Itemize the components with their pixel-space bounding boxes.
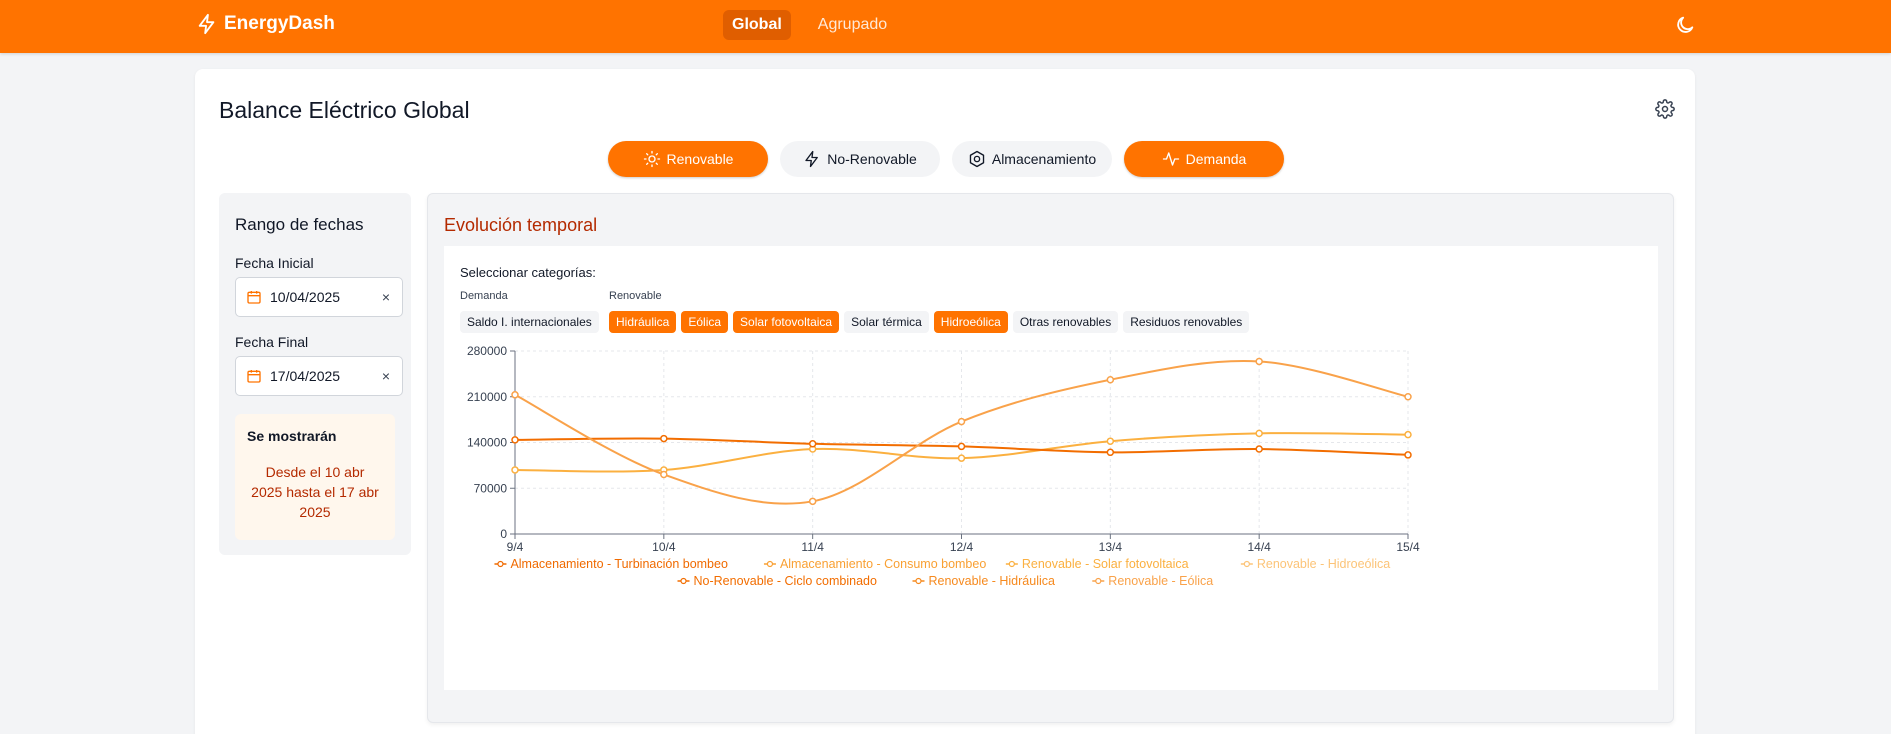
data-point	[1106, 448, 1115, 457]
start-date-value: 10/04/2025	[270, 289, 341, 305]
y-tick-label: 210000	[467, 390, 507, 404]
data-point	[957, 417, 966, 426]
chart-panel-title: Evolución temporal	[444, 215, 598, 235]
moon-icon[interactable]	[1674, 14, 1696, 36]
bolt-icon	[805, 150, 819, 168]
x-tick-label: 11/4	[801, 540, 824, 554]
legend-swatch-dot	[497, 560, 504, 568]
data-point	[808, 440, 817, 448]
nav-agrupado[interactable]: Agrupado	[809, 10, 896, 40]
category-buttons: Renovable No-Renovable Almacenamiento De…	[608, 141, 1284, 177]
chart-panel: Evolución temporal Seleccionar categoría…	[427, 193, 1674, 723]
legend-swatch-dot	[1008, 560, 1015, 568]
main-nav: Global Agrupado	[723, 10, 896, 40]
brand-name: EnergyDash	[224, 13, 335, 34]
y-tick-label: 140000	[467, 436, 507, 450]
data-point	[511, 466, 519, 474]
x-tick-label: 9/4	[507, 540, 524, 554]
data-point	[808, 497, 817, 506]
brand[interactable]: EnergyDash	[196, 13, 335, 35]
date-range-panel: Rango de fechas Fecha Inicial 10/04/2025…	[219, 193, 411, 555]
legend-swatch-dot	[915, 577, 922, 585]
chart-container: Seleccionar categorías: Demanda Saldo I.…	[444, 246, 1658, 690]
category-no-renovable-label: No-Renovable	[827, 151, 917, 167]
clear-start-date-icon[interactable]: ×	[382, 289, 390, 305]
category-demanda-label: Demanda	[1185, 151, 1247, 167]
data-point	[957, 442, 966, 451]
category-renovable-label: Renovable	[666, 151, 734, 167]
calendar-icon	[247, 370, 261, 383]
legend-swatch-dot	[766, 560, 774, 568]
data-point	[1106, 437, 1115, 445]
legend-swatch-dot	[1095, 577, 1102, 585]
category-demanda-button[interactable]: Demanda	[1124, 141, 1284, 177]
date-summary-title: Se mostrarán	[247, 428, 337, 444]
data-point	[1404, 430, 1412, 439]
line-chart: 0 70000 140000 210000 280000 9/4 10/4 11/4 12/4 1…	[467, 344, 1420, 588]
legend-item: Renovable - Solar fotovoltaica	[1022, 557, 1189, 571]
top-navbar: EnergyDash Global Agrupado	[0, 0, 1891, 53]
end-date-value: 17/04/2025	[270, 368, 341, 384]
legend-item: Almacenamiento - Consumo bombeo	[780, 557, 986, 571]
legend-swatch-dot	[680, 577, 687, 585]
category-renovable-button[interactable]: Renovable	[608, 141, 768, 177]
legend-item: Renovable - Eólica	[1108, 574, 1213, 588]
data-point	[511, 391, 519, 399]
data-point	[511, 436, 519, 444]
data-point	[660, 470, 668, 479]
main-card: Balance Eléctrico Global Renovable No-Re…	[195, 69, 1695, 734]
bolt-logo-icon	[198, 13, 215, 35]
calendar-icon	[247, 291, 261, 304]
category-almacenamiento-label: Almacenamiento	[991, 151, 1097, 167]
legend-item: No-Renovable - Ciclo combinado	[694, 574, 877, 588]
legend-item: Renovable - Hidráulica	[929, 574, 1056, 588]
nav-global[interactable]: Global	[723, 10, 791, 40]
data-point	[660, 434, 668, 443]
x-tick-label: 15/4	[1396, 540, 1420, 554]
data-point	[1106, 376, 1115, 384]
date-summary-note: Se mostrarán Desde el 10 abr 2025 hasta …	[235, 414, 395, 540]
pulse-icon	[1162, 152, 1179, 166]
x-tick-label: 14/4	[1247, 540, 1271, 554]
y-tick-label: 70000	[474, 481, 508, 495]
clear-end-date-icon[interactable]: ×	[382, 368, 390, 384]
gear-icon[interactable]	[1655, 99, 1675, 119]
data-point	[957, 454, 966, 462]
data-point	[1255, 357, 1263, 366]
category-almacenamiento-button[interactable]: Almacenamiento	[952, 141, 1112, 177]
legend-item: Renovable - Hidroeólica	[1257, 557, 1390, 571]
start-date-input[interactable]: 10/04/2025 ×	[235, 277, 403, 317]
page-title: Balance Eléctrico Global	[219, 97, 470, 123]
data-point	[1404, 451, 1412, 459]
y-tick-label: 0	[500, 527, 507, 541]
category-no-renovable-button[interactable]: No-Renovable	[780, 141, 940, 177]
end-date-input[interactable]: 17/04/2025 ×	[235, 356, 403, 396]
data-point	[1404, 393, 1412, 401]
data-point	[1255, 429, 1263, 438]
hexagon-icon	[969, 150, 985, 168]
x-tick-label: 12/4	[950, 540, 974, 554]
legend-item: Almacenamiento - Turbinación bombeo	[510, 557, 728, 571]
legend-swatch-dot	[1243, 560, 1250, 568]
end-date-label: Fecha Final	[235, 334, 309, 350]
data-point	[1255, 445, 1263, 453]
y-tick-label: 280000	[467, 344, 507, 358]
sun-icon	[643, 150, 660, 168]
date-summary-text: Desde el 10 abr 2025 hasta el 17 abr 202…	[251, 464, 379, 520]
start-date-label: Fecha Inicial	[235, 255, 314, 271]
date-range-title: Rango de fechas	[235, 215, 364, 234]
x-tick-label: 13/4	[1099, 540, 1123, 554]
x-tick-label: 10/4	[652, 540, 676, 554]
